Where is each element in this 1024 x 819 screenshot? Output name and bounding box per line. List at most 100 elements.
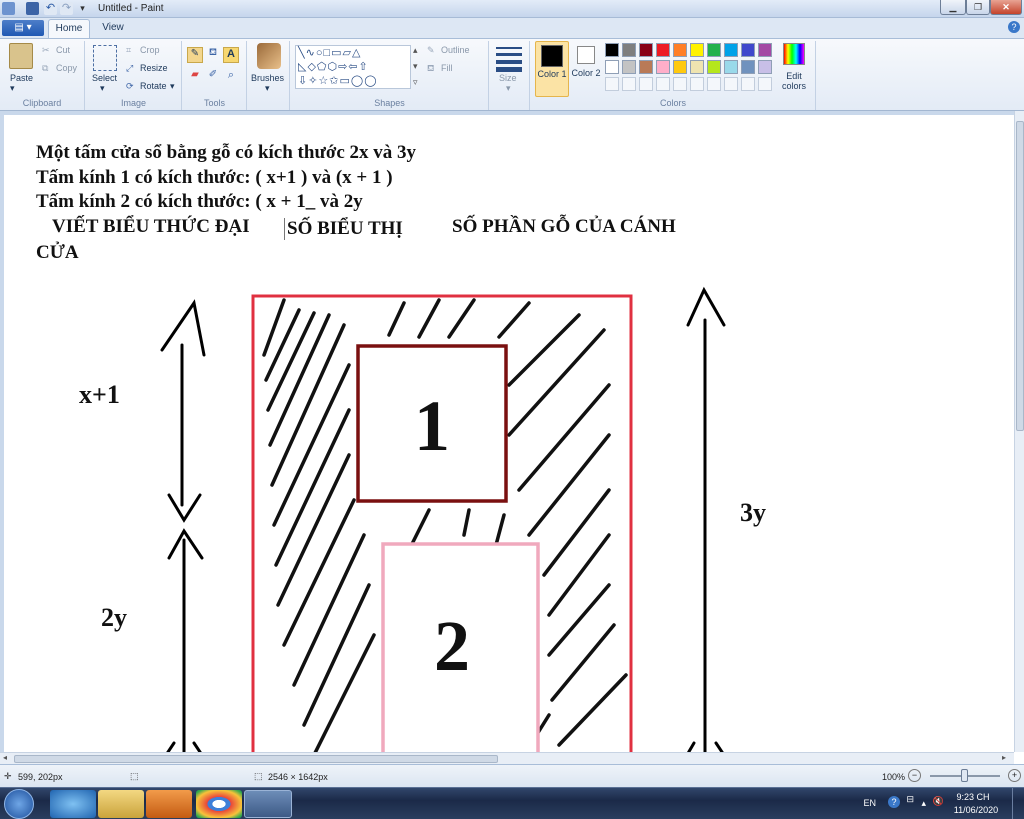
- size-dropdown-icon[interactable]: ▾: [506, 83, 511, 94]
- eraser-icon[interactable]: ▰: [187, 69, 203, 85]
- clock-time[interactable]: 9:23 CH: [948, 792, 998, 802]
- palette-empty-swatch[interactable]: [724, 77, 738, 91]
- rotate-button[interactable]: Rotate: [140, 81, 167, 91]
- scroll-left-icon[interactable]: ◂: [3, 753, 7, 762]
- palette-empty-swatch[interactable]: [690, 77, 704, 91]
- pencil-icon[interactable]: ✎: [187, 47, 203, 63]
- shapes-scroll-up-icon[interactable]: ▴: [413, 45, 418, 56]
- palette-empty-swatch[interactable]: [741, 77, 755, 91]
- vertical-scroll-thumb[interactable]: [1016, 121, 1024, 431]
- internet-explorer-icon[interactable]: [50, 790, 96, 818]
- copy-button[interactable]: Copy: [56, 63, 77, 73]
- help-icon[interactable]: ?: [1008, 21, 1020, 33]
- brushes-icon[interactable]: [257, 43, 281, 69]
- color-picker-icon[interactable]: ✐: [205, 69, 221, 85]
- palette-empty-swatch[interactable]: [622, 77, 636, 91]
- cut-button[interactable]: Cut: [56, 45, 70, 55]
- outline-button[interactable]: Outline: [441, 45, 470, 55]
- rotate-dropdown-icon[interactable]: ▾: [170, 81, 175, 92]
- drawing-canvas[interactable]: Một tấm cửa sổ bằng gỗ có kích thước 2x …: [4, 115, 1014, 752]
- palette-swatch[interactable]: [639, 43, 653, 57]
- clock-date[interactable]: 11/06/2020: [948, 805, 1004, 815]
- palette-swatch[interactable]: [690, 60, 704, 74]
- size-button[interactable]: Size: [499, 73, 517, 83]
- paste-button[interactable]: Paste: [10, 73, 33, 83]
- close-button[interactable]: ✕: [990, 0, 1022, 15]
- size-icon[interactable]: [496, 47, 522, 72]
- scroll-right-icon[interactable]: ▸: [1002, 753, 1006, 762]
- horizontal-scroll-thumb[interactable]: [14, 755, 498, 763]
- chrome-icon[interactable]: [196, 790, 242, 818]
- shapes-scroll-down-icon[interactable]: ▾: [413, 61, 418, 72]
- shapes-gallery[interactable]: ╲∿○□▭▱△ ◺◇⬠⬡⇨⇦⇧ ⇩✧☆✩▭◯◯: [295, 45, 411, 89]
- paint-app-icon[interactable]: [2, 2, 15, 15]
- color2-button[interactable]: Color 2: [571, 41, 601, 97]
- redo-icon[interactable]: ↷: [60, 2, 73, 15]
- network-icon[interactable]: ⊟: [906, 794, 914, 805]
- palette-empty-swatch[interactable]: [656, 77, 670, 91]
- palette-swatch[interactable]: [758, 43, 772, 57]
- horizontal-scrollbar[interactable]: ◂ ▸: [0, 752, 1014, 764]
- media-player-icon[interactable]: [146, 790, 192, 818]
- paste-dropdown-icon[interactable]: ▾: [10, 83, 15, 94]
- zoom-out-button[interactable]: −: [908, 769, 921, 782]
- edit-colors-button[interactable]: Edit colors: [777, 71, 811, 91]
- palette-swatch[interactable]: [741, 43, 755, 57]
- text-tool-icon[interactable]: A: [223, 47, 239, 63]
- select-icon[interactable]: [93, 45, 117, 71]
- select-button[interactable]: Select: [92, 73, 117, 83]
- palette-swatch[interactable]: [605, 60, 619, 74]
- edit-colors-icon[interactable]: [783, 43, 805, 65]
- fill-button[interactable]: Fill: [441, 63, 453, 73]
- help-tray-icon[interactable]: ?: [888, 796, 900, 808]
- brushes-button[interactable]: Brushes: [251, 73, 284, 83]
- color1-button[interactable]: Color 1: [535, 41, 569, 97]
- palette-swatch[interactable]: [724, 43, 738, 57]
- paste-icon[interactable]: [9, 43, 33, 69]
- shapes-more-icon[interactable]: ▿: [413, 77, 418, 88]
- palette-swatch[interactable]: [741, 60, 755, 74]
- minimize-button[interactable]: ▁: [940, 0, 966, 15]
- vertical-scrollbar[interactable]: [1014, 111, 1024, 752]
- brushes-dropdown-icon[interactable]: ▾: [265, 83, 270, 94]
- palette-swatch[interactable]: [758, 60, 772, 74]
- crop-button[interactable]: Crop: [140, 45, 160, 55]
- palette-swatch[interactable]: [673, 60, 687, 74]
- palette-swatch[interactable]: [656, 60, 670, 74]
- file-explorer-icon[interactable]: [98, 790, 144, 818]
- maximize-button[interactable]: ❐: [966, 0, 990, 15]
- volume-muted-icon[interactable]: 🔇: [933, 796, 944, 807]
- palette-swatch[interactable]: [690, 43, 704, 57]
- palette-swatch[interactable]: [656, 43, 670, 57]
- undo-icon[interactable]: ↶: [44, 2, 57, 15]
- file-menu-button[interactable]: ▤ ▾: [2, 20, 44, 36]
- resize-button[interactable]: Resize: [140, 63, 168, 73]
- palette-swatch[interactable]: [724, 60, 738, 74]
- palette-swatch[interactable]: [707, 60, 721, 74]
- palette-empty-swatch[interactable]: [639, 77, 653, 91]
- palette-empty-swatch[interactable]: [758, 77, 772, 91]
- palette-swatch[interactable]: [622, 60, 636, 74]
- palette-empty-swatch[interactable]: [673, 77, 687, 91]
- paint-taskbar-icon[interactable]: [244, 790, 292, 818]
- show-hidden-icons[interactable]: ▴: [921, 798, 926, 809]
- magnifier-icon[interactable]: ⌕: [223, 69, 239, 85]
- palette-empty-swatch[interactable]: [605, 77, 619, 91]
- zoom-slider-thumb[interactable]: [961, 769, 968, 782]
- language-indicator[interactable]: EN: [863, 798, 876, 808]
- save-icon[interactable]: [26, 2, 39, 15]
- customize-toolbar-icon[interactable]: ▾: [76, 2, 89, 15]
- tab-home[interactable]: Home: [48, 19, 90, 38]
- show-desktop-button[interactable]: [1012, 788, 1024, 819]
- palette-swatch[interactable]: [707, 43, 721, 57]
- palette-swatch[interactable]: [605, 43, 619, 57]
- select-dropdown-icon[interactable]: ▾: [100, 83, 105, 94]
- start-button[interactable]: [4, 789, 34, 819]
- tab-view[interactable]: View: [94, 19, 132, 38]
- palette-swatch[interactable]: [622, 43, 636, 57]
- zoom-in-button[interactable]: +: [1008, 769, 1021, 782]
- fill-bucket-icon[interactable]: ⛾: [205, 47, 221, 63]
- palette-swatch[interactable]: [673, 43, 687, 57]
- palette-swatch[interactable]: [639, 60, 653, 74]
- palette-empty-swatch[interactable]: [707, 77, 721, 91]
